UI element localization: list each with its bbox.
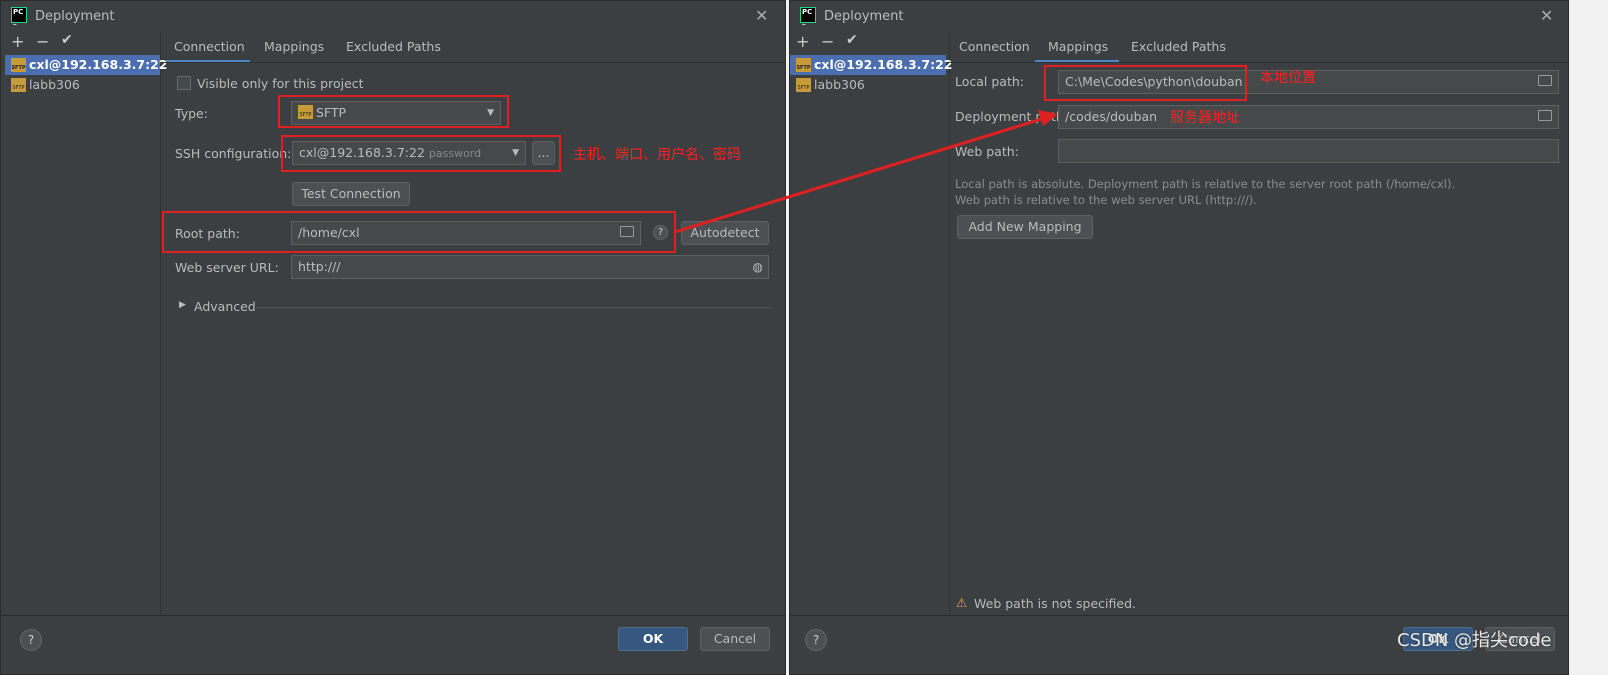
watermark: CSDN @指尖code — [1397, 630, 1552, 651]
annotation-arrow — [674, 110, 1058, 234]
